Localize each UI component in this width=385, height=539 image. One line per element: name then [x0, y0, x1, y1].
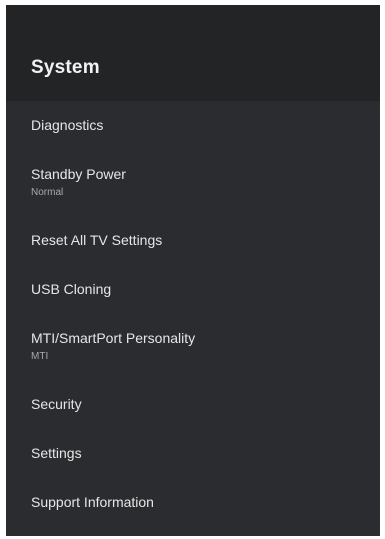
menu-item-standby-power[interactable]: Standby Power Normal: [6, 166, 380, 199]
menu-item-mti-smartport-personality[interactable]: MTI/SmartPort Personality MTI: [6, 330, 380, 363]
menu-item-label: Security: [31, 396, 82, 412]
menu-item-security[interactable]: Security: [6, 396, 380, 412]
menu-item-diagnostics[interactable]: Diagnostics: [6, 117, 380, 133]
menu-item-label: Diagnostics: [31, 117, 104, 133]
menu-item-label: MTI/SmartPort Personality: [31, 330, 196, 346]
menu-item-label: Standby Power: [31, 166, 126, 182]
menu-item-settings[interactable]: Settings: [6, 445, 380, 461]
menu-item-support-information[interactable]: Support Information: [6, 494, 380, 510]
menu-item-label: Settings: [31, 445, 82, 461]
menu-item-label: Support Information: [31, 494, 154, 510]
system-settings-panel: System Diagnostics Standby Power Normal …: [6, 5, 380, 536]
page-title: System: [31, 57, 100, 78]
menu-item-value: MTI: [31, 351, 49, 362]
menu-item-label: Reset All TV Settings: [31, 232, 163, 248]
menu-item-usb-cloning[interactable]: USB Cloning: [6, 281, 380, 297]
menu-item-reset-all-tv-settings[interactable]: Reset All TV Settings: [6, 232, 380, 248]
menu-item-value: Normal: [31, 187, 64, 198]
panel-header: System: [6, 5, 380, 101]
menu-item-label: USB Cloning: [31, 281, 112, 297]
